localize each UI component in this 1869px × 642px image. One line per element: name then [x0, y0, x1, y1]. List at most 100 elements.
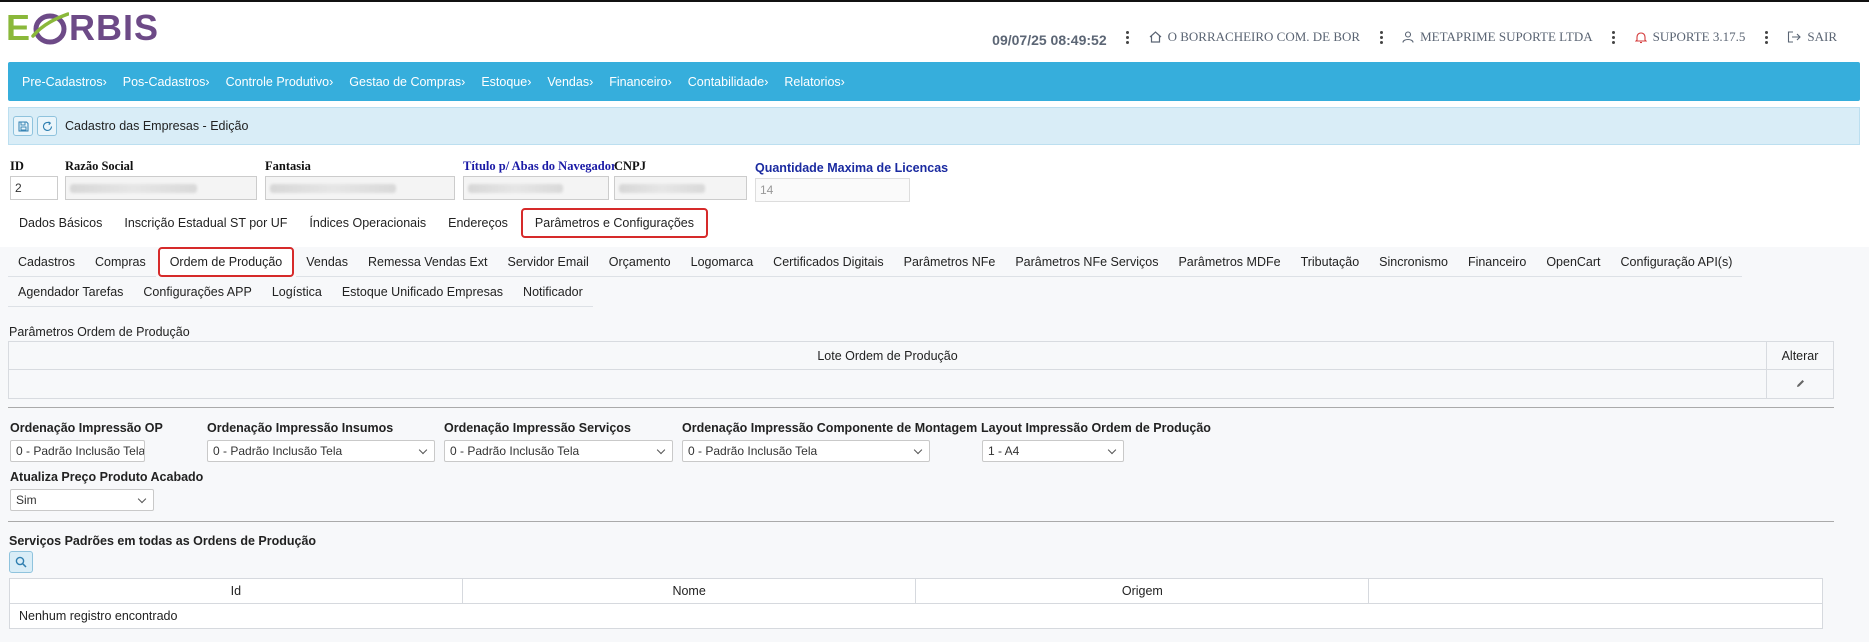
menu-item-controle-produtivo[interactable]: Controle Produtivo›	[226, 75, 334, 89]
user-icon	[1402, 31, 1414, 43]
subtab-opencart[interactable]: OpenCart	[1536, 247, 1611, 277]
kebab-menu-icon[interactable]	[1121, 30, 1135, 44]
table-row: Nenhum registro encontrado	[9, 603, 1823, 629]
subtab-tributacao[interactable]: Tributação	[1290, 247, 1370, 277]
lote-column-header: Lote Ordem de Produção	[7, 341, 1768, 370]
menu-item-relatorios[interactable]: Relatorios›	[784, 75, 844, 89]
subtab-notificador[interactable]: Notificador	[513, 277, 593, 307]
subtab-cadastros[interactable]: Cadastros	[8, 247, 85, 277]
razao-social-field[interactable]	[65, 176, 257, 200]
logout-label: SAIR	[1807, 29, 1837, 44]
save-icon	[18, 121, 28, 131]
tab-dados-basicos[interactable]: Dados Básicos	[8, 208, 113, 238]
ordenacao-insumos-select[interactable]: 0 - Padrão Inclusão Tela	[207, 440, 435, 462]
tab-inscricao-estadual[interactable]: Inscrição Estadual ST por UF	[113, 208, 298, 238]
subtab-remessa-vendas-ext[interactable]: Remessa Vendas Ext	[357, 247, 498, 277]
header-company[interactable]: O BORRACHEIRO COM. DE BOR	[1149, 29, 1360, 45]
subtab-ordem-producao[interactable]: Ordem de Produção	[157, 247, 295, 277]
subtab-parametros-mdfe[interactable]: Parâmetros MDFe	[1168, 247, 1291, 277]
home-icon	[1149, 31, 1162, 43]
subtab-estoque-unificado[interactable]: Estoque Unificado Empresas	[331, 277, 514, 307]
layout-impressao-select[interactable]: 1 - A4	[982, 440, 1124, 462]
titulo-abas-field[interactable]	[463, 176, 609, 200]
refresh-button[interactable]	[37, 116, 57, 136]
subtab-logistica[interactable]: Logística	[261, 277, 332, 307]
licencas-field[interactable]: 14	[755, 178, 910, 202]
edit-cell[interactable]	[1766, 369, 1834, 399]
subtab-certificados-digitais[interactable]: Certificados Digitais	[763, 247, 894, 277]
ordenacao-componente-label: Ordenação Impressão Componente de Montag…	[682, 421, 978, 435]
layout-impressao-label: Layout Impressão Ordem de Produção	[981, 421, 1211, 435]
subtab-agendador-tarefas[interactable]: Agendador Tarefas	[8, 277, 134, 307]
kebab-menu-icon[interactable]	[1374, 30, 1388, 44]
column-header-id: Id	[9, 578, 463, 604]
subtab-logomarca[interactable]: Logomarca	[680, 247, 764, 277]
menu-item-gestao-compras[interactable]: Gestao de Compras›	[349, 75, 465, 89]
tab-enderecos[interactable]: Endereços	[437, 208, 519, 238]
subtab-compras[interactable]: Compras	[84, 247, 156, 277]
menu-item-financeiro[interactable]: Financeiro›	[609, 75, 672, 89]
licencas-label: Quantidade Maxima de Licencas	[755, 161, 949, 175]
logo-letters: RBIS	[69, 7, 160, 48]
header-user[interactable]: METAPRIME SUPORTE LTDA	[1402, 29, 1593, 45]
servicos-padroes-title: Serviços Padrões em todas as Ordens de P…	[9, 534, 317, 548]
servicos-table: Id Nome Origem Nenhum registro encontrad…	[9, 578, 1823, 629]
menu-item-pos-cadastros[interactable]: Pos-Cadastros›	[123, 75, 210, 89]
menu-item-vendas[interactable]: Vendas›	[547, 75, 593, 89]
ordenacao-componente-select[interactable]: 0 - Padrão Inclusão Tela	[682, 440, 930, 462]
search-button[interactable]	[9, 551, 33, 573]
subtab-servidor-email[interactable]: Servidor Email	[497, 247, 599, 277]
tab-indices-operacionais[interactable]: Índices Operacionais	[298, 208, 437, 238]
sub-tabs: Cadastros Compras Ordem de Produção Vend…	[8, 247, 1838, 307]
subtab-vendas[interactable]: Vendas	[296, 247, 358, 277]
chevron-down-icon	[418, 445, 428, 455]
ordenacao-op-field[interactable]: 0 - Padrão Inclusão Tela	[10, 440, 145, 462]
column-header-nome: Nome	[461, 578, 917, 604]
ordenacao-servicos-select[interactable]: 0 - Padrão Inclusão Tela	[444, 440, 673, 462]
subtab-configuracao-apis[interactable]: Configuração API(s)	[1610, 247, 1743, 277]
main-tabs: Dados Básicos Inscrição Estadual ST por …	[8, 208, 709, 238]
column-header-origem: Origem	[915, 578, 1370, 604]
subtab-configuracoes-app[interactable]: Configurações APP	[133, 277, 262, 307]
ordenacao-servicos-label: Ordenação Impressão Serviços	[444, 421, 631, 435]
orbis-logo[interactable]: E RBIS	[6, 7, 160, 48]
table-row	[7, 369, 1834, 399]
id-field[interactable]: 2	[10, 176, 58, 200]
chevron-down-icon	[656, 445, 666, 455]
subtab-orcamento[interactable]: Orçamento	[598, 247, 681, 277]
menu-item-contabilidade[interactable]: Contabilidade›	[688, 75, 769, 89]
lote-cell	[7, 369, 1768, 399]
save-button[interactable]	[13, 116, 33, 136]
chevron-down-icon	[1107, 445, 1117, 455]
titulo-abas-label: Título p/ Abas do Navegador	[463, 159, 617, 173]
kebab-menu-icon[interactable]	[1607, 30, 1621, 44]
atualiza-preco-value: Sim	[16, 493, 37, 507]
logo-swoosh-icon	[31, 10, 70, 46]
cnpj-field[interactable]	[614, 176, 747, 200]
menu-item-estoque[interactable]: Estoque›	[481, 75, 531, 89]
ordenacao-insumos-label: Ordenação Impressão Insumos	[207, 421, 394, 435]
page-toolbar: Cadastro das Empresas - Edição	[8, 107, 1860, 145]
fantasia-field[interactable]	[265, 176, 455, 200]
pencil-icon[interactable]	[1796, 379, 1805, 388]
header-version[interactable]: SUPORTE 3.17.5	[1634, 29, 1745, 45]
logo-letter-e: E	[6, 7, 32, 48]
ordenacao-servicos-value: 0 - Padrão Inclusão Tela	[450, 444, 580, 458]
subtab-parametros-nfe-servicos[interactable]: Parâmetros NFe Serviços	[1005, 247, 1169, 277]
atualiza-preco-label: Atualiza Preço Produto Acabado	[10, 470, 204, 484]
menu-item-pre-cadastros[interactable]: Pre-Cadastros›	[22, 75, 107, 89]
alterar-column-header: Alterar	[1766, 341, 1834, 370]
kebab-menu-icon[interactable]	[1759, 30, 1773, 44]
subtab-parametros-nfe[interactable]: Parâmetros NFe	[893, 247, 1006, 277]
atualiza-preco-select[interactable]: Sim	[10, 489, 154, 511]
id-label: ID	[10, 159, 24, 173]
subtab-financeiro[interactable]: Financeiro	[1457, 247, 1537, 277]
divider	[8, 521, 1834, 522]
fantasia-label: Fantasia	[265, 159, 311, 173]
header-info-bar: 09/07/25 08:49:52 O BORRACHEIRO COM. DE …	[992, 26, 1837, 48]
tab-parametros-configuracoes[interactable]: Parâmetros e Configurações	[520, 208, 709, 238]
section-title-parametros-op: Parâmetros Ordem de Produção	[9, 325, 190, 339]
logout-link[interactable]: SAIR	[1787, 29, 1837, 45]
subtab-sincronismo[interactable]: Sincronismo	[1369, 247, 1458, 277]
cnpj-label: CNPJ	[614, 159, 646, 173]
